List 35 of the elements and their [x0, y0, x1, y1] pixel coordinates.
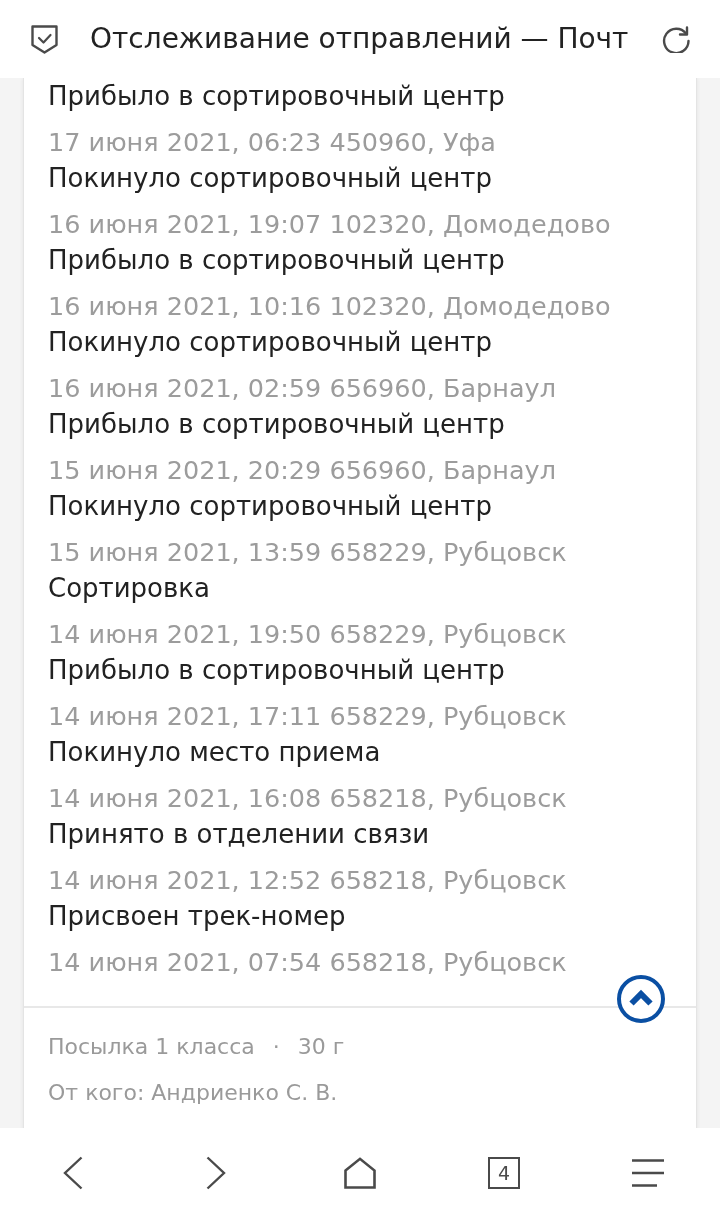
event-details: 14 июня 2021, 17:11 658229, Рубцовск	[48, 700, 568, 733]
tabs-button[interactable]: 4	[488, 1157, 520, 1189]
event-status: Прибыло в сортировочный центр	[48, 408, 506, 441]
event-status: Покинуло сортировочный центр	[48, 490, 494, 523]
event-details: 14 июня 2021, 12:52 658218, Рубцовск	[48, 864, 568, 897]
back-icon[interactable]	[61, 1156, 83, 1190]
event-status: Сортировка	[48, 572, 211, 605]
event-details: 14 июня 2021, 16:08 658218, Рубцовск	[48, 782, 568, 815]
event-status: Прибыло в сортировочный центр	[48, 80, 506, 113]
event-status: Прибыло в сортировочный центр	[48, 244, 506, 277]
event-status: Присвоен трек-номер	[48, 900, 347, 933]
event-details: 17 июня 2021, 06:23 450960, Уфа	[48, 126, 497, 159]
event-status: Покинуло сортировочный центр	[48, 162, 494, 195]
event-details: 15 июня 2021, 20:29 656960, Барнаул	[48, 454, 557, 487]
sender-name: От кого: Андриенко С. В.	[48, 1079, 339, 1107]
menu-icon[interactable]	[632, 1159, 664, 1187]
event-details: 14 июня 2021, 07:54 658218, Рубцовск	[48, 946, 568, 979]
separator: ·	[272, 1033, 280, 1061]
event-status: Покинуло сортировочный центр	[48, 326, 494, 359]
event-status: Покинуло место приема	[48, 736, 382, 769]
refresh-icon[interactable]	[660, 25, 691, 53]
event-details: 16 июня 2021, 10:16 102320, Домодедово	[48, 290, 612, 323]
forward-icon[interactable]	[205, 1156, 227, 1190]
parcel-weight: 30 г	[297, 1033, 345, 1061]
event-details: 16 июня 2021, 02:59 656960, Барнаул	[48, 372, 557, 405]
page-title: Отслеживание отправлений — Почт	[90, 21, 629, 57]
scroll-up-icon[interactable]	[617, 975, 665, 1023]
shield-check-icon[interactable]	[31, 24, 58, 54]
event-status: Прибыло в сортировочный центр	[48, 654, 506, 687]
parcel-type: Посылка 1 класса	[48, 1033, 255, 1061]
home-icon[interactable]	[344, 1157, 376, 1189]
event-status: Принято в отделении связи	[48, 818, 431, 851]
event-details: 16 июня 2021, 19:07 102320, Домодедово	[48, 208, 612, 241]
event-details: 14 июня 2021, 19:50 658229, Рубцовск	[48, 618, 568, 651]
event-details: 15 июня 2021, 13:59 658229, Рубцовск	[48, 536, 568, 569]
